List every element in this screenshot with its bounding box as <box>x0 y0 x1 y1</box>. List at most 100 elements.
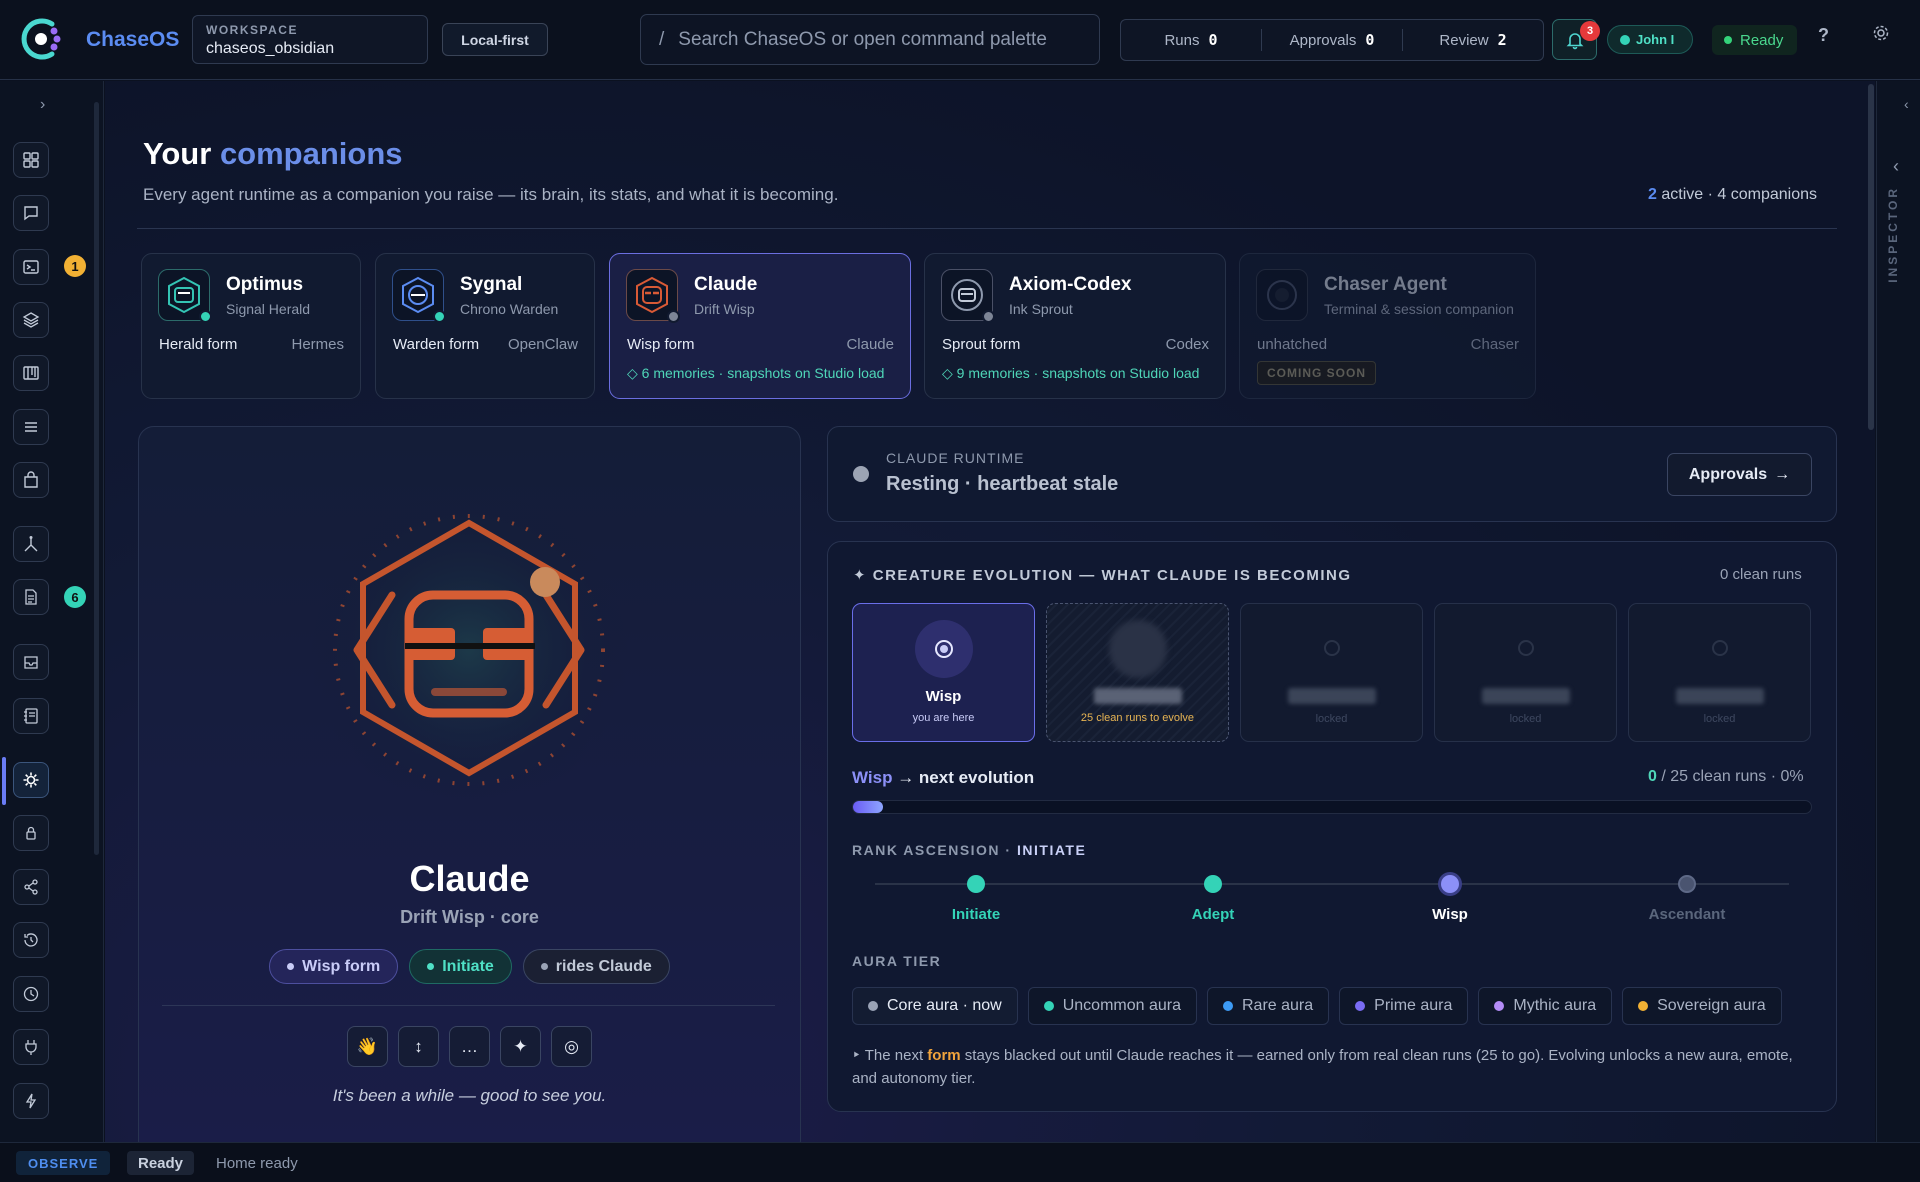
aura-label: Sovereign aura <box>1657 997 1766 1014</box>
companion-gear-icon <box>23 772 39 788</box>
sidebar-item-vault[interactable] <box>13 815 49 851</box>
companion-name: Claude <box>694 274 758 295</box>
search-input[interactable]: / Search ChaseOS or open command palette <box>640 14 1100 65</box>
sidebar-item-share[interactable] <box>13 869 49 905</box>
wave-emote-button[interactable]: 👋 <box>347 1026 388 1067</box>
sidebar-item-network[interactable] <box>13 526 49 562</box>
aura-dot <box>868 1001 878 1011</box>
chip-dot <box>427 963 435 970</box>
companion-card-chaser-agent[interactable]: Chaser Agent Terminal & session companio… <box>1239 253 1536 399</box>
progress-value: 0 <box>1648 768 1657 785</box>
sidebar-item-inbox[interactable] <box>13 644 49 680</box>
rank-node-wisp[interactable] <box>1441 875 1459 893</box>
aura-tier-sovereign[interactable]: Sovereign aura <box>1622 987 1782 1025</box>
history-icon <box>24 933 38 947</box>
hidden-name-bar <box>1675 688 1764 704</box>
rank-node-initiate[interactable] <box>967 875 985 893</box>
workspace-selector[interactable]: WORKSPACE chaseos_obsidian <box>192 15 428 64</box>
sidebar-item-layers[interactable] <box>13 302 49 338</box>
inspector-label[interactable]: INSPECTOR <box>1886 186 1900 283</box>
approvals-counter[interactable]: Approvals 0 <box>1262 29 1403 51</box>
aura-dot <box>1355 1001 1366 1011</box>
evolution-heading: ✦ CREATURE EVOLUTION — WHAT CLAUDE IS BE… <box>853 567 1352 584</box>
lock-ring-icon <box>1517 640 1534 656</box>
sidebar-item-notes[interactable] <box>13 698 49 734</box>
bounce-emote-button[interactable]: ↕ <box>398 1026 439 1067</box>
slash-icon: / <box>659 28 665 50</box>
branch-icon <box>24 536 38 552</box>
sidebar-scrollbar[interactable] <box>94 102 99 855</box>
terminal-badge: 1 <box>64 255 86 277</box>
sidebar-expand-icon[interactable]: › <box>40 96 45 114</box>
chaseos-logo[interactable] <box>16 14 66 64</box>
evolution-progress-text: 0 / 25 clean runs · 0% <box>1648 768 1804 786</box>
sidebar-item-store[interactable] <box>13 462 49 498</box>
companion-card-claude[interactable]: Claude Drift Wisp Wisp form Claude ◇ 6 m… <box>609 253 911 399</box>
inspector-expand-icon[interactable]: ‹ <box>1893 156 1899 177</box>
stage-name: Wisp <box>925 688 962 705</box>
page-title: Your companions <box>143 136 403 172</box>
robot-icon <box>951 279 983 311</box>
aura-tier-mythic[interactable]: Mythic aura <box>1478 987 1613 1025</box>
sidebar-item-dashboard[interactable] <box>13 142 49 178</box>
approvals-button[interactable]: Approvals → <box>1667 453 1812 496</box>
user-chip[interactable]: John I <box>1607 25 1693 54</box>
aura-tier-rare[interactable]: Rare aura <box>1207 987 1330 1025</box>
rank-node-ascendant[interactable] <box>1678 875 1696 893</box>
chip-dot <box>287 963 295 970</box>
companion-card-sygnal[interactable]: Sygnal Chrono Warden Warden form OpenCla… <box>375 253 595 399</box>
arrow-right-icon: → <box>1774 465 1791 483</box>
local-first-badge[interactable]: Local-first <box>442 23 548 56</box>
chevron-left-icon[interactable]: ‹ <box>1904 96 1909 112</box>
stage-current[interactable]: Wisp you are here <box>852 603 1035 742</box>
review-counter[interactable]: Review 2 <box>1403 29 1543 51</box>
aura-label: Uncommon aura <box>1062 997 1181 1014</box>
mode-badge[interactable]: OBSERVE <box>16 1151 111 1175</box>
stage-next[interactable]: 25 clean runs to evolve <box>1046 603 1229 742</box>
runtime-state: Resting · heartbeat stale <box>886 473 1119 495</box>
stage-caption: you are here <box>912 712 975 724</box>
sidebar-item-companions[interactable] <box>13 762 49 798</box>
companion-role: Drift Wisp <box>694 301 755 317</box>
gear-icon[interactable] <box>1872 24 1890 47</box>
system-status-label: Ready <box>1740 31 1784 49</box>
sparkle-emote-button[interactable]: ✦ <box>500 1026 541 1067</box>
plug-icon <box>25 1040 37 1055</box>
main-scrollbar[interactable] <box>1868 84 1874 430</box>
chip-runtime[interactable]: rides Claude <box>522 949 670 984</box>
aura-tier-uncommon[interactable]: Uncommon aura <box>1027 987 1197 1025</box>
think-emote-button[interactable]: … <box>449 1026 490 1067</box>
status-dot <box>1724 36 1732 44</box>
sidebar-item-documents[interactable] <box>13 579 49 615</box>
bag-icon <box>24 471 38 488</box>
aura-dot <box>1043 1001 1054 1011</box>
rank-node-adept[interactable] <box>1204 875 1222 893</box>
aura-dot <box>1638 1001 1649 1011</box>
focus-emote-button[interactable]: ◎ <box>551 1026 592 1067</box>
sidebar-item-terminal[interactable] <box>13 249 49 285</box>
aura-tier-core[interactable]: Core aura · now <box>852 987 1018 1025</box>
rank-label: Adept <box>1191 906 1235 923</box>
companion-card-optimus[interactable]: Optimus Signal Herald Herald form Hermes <box>141 253 361 399</box>
approvals-button-label: Approvals <box>1688 465 1768 483</box>
creature-illustration <box>292 490 647 830</box>
companion-role: Terminal & session companion <box>1324 301 1514 317</box>
sidebar-item-automations[interactable] <box>13 1083 49 1119</box>
sidebar-item-list[interactable] <box>13 409 49 445</box>
chip-form[interactable]: Wisp form <box>269 949 399 984</box>
companion-card-axiom-codex[interactable]: Axiom-Codex Ink Sprout Sprout form Codex… <box>924 253 1226 399</box>
sidebar-item-plugins[interactable] <box>13 1029 49 1065</box>
system-status[interactable]: Ready <box>1712 25 1797 55</box>
aura-tier-prime[interactable]: Prime aura <box>1339 987 1469 1025</box>
sidebar-item-history[interactable] <box>13 922 49 958</box>
runs-counter[interactable]: Runs 0 <box>1121 29 1262 51</box>
chip-rank[interactable]: Initiate <box>409 949 512 984</box>
layers-icon <box>22 312 40 328</box>
sidebar-item-chat[interactable] <box>13 195 49 231</box>
companion-runtime: Claude <box>846 336 894 353</box>
active-count: 2 active · 4 companions <box>1648 186 1817 204</box>
companion-runtime: Codex <box>1165 336 1209 353</box>
help-icon[interactable]: ? <box>1818 25 1829 46</box>
sidebar-item-schedule[interactable] <box>13 976 49 1012</box>
sidebar-item-board[interactable] <box>13 355 49 391</box>
